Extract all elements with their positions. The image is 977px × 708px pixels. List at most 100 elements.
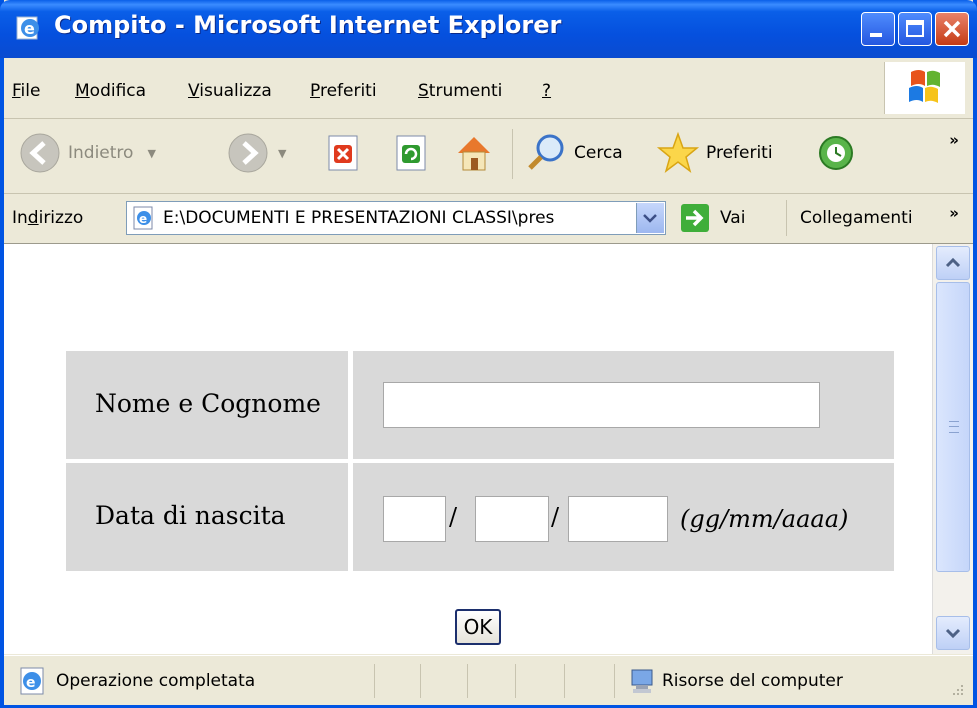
dob-label: Data di nascita (95, 501, 286, 530)
scroll-grip-icon (949, 421, 959, 433)
menu-visualizza[interactable]: Visualizza (188, 81, 272, 101)
forward-arrow-icon (228, 133, 268, 173)
name-input[interactable] (383, 382, 820, 428)
address-input[interactable]: e E:\DOCUMENTI E PRESENTAZIONI CLASSI\pr… (126, 201, 666, 235)
search-icon (528, 134, 564, 170)
minimize-button[interactable] (861, 12, 895, 46)
back-label: Indietro (68, 143, 134, 163)
menu-accel: P (310, 81, 320, 101)
name-label: Nome e Cognome (95, 389, 321, 418)
windows-logo (884, 62, 965, 114)
year-input[interactable] (568, 496, 668, 542)
svg-text:e: e (24, 19, 35, 38)
scroll-down-button[interactable] (936, 616, 970, 650)
refresh-icon (396, 135, 426, 171)
home-button[interactable] (452, 131, 496, 175)
page-done-icon: e (20, 667, 44, 695)
status-bar: e Operazione completata Risorse del comp… (4, 655, 973, 705)
address-label: Indirizzo (12, 208, 83, 228)
menu-file[interactable]: File (12, 81, 40, 101)
address-label-post: irizzo (38, 208, 84, 228)
search-label: Cerca (574, 143, 623, 163)
status-divider (467, 664, 468, 698)
links-overflow-icon[interactable]: » (949, 204, 959, 222)
status-divider (515, 664, 516, 698)
date-separator: / (551, 503, 560, 531)
forward-dropdown-icon[interactable]: ▼ (278, 147, 286, 160)
svg-text:e: e (139, 212, 147, 226)
go-label: Vai (720, 208, 746, 228)
status-divider (374, 664, 375, 698)
favorites-button[interactable]: Preferiti (656, 131, 773, 175)
name-input-cell (353, 351, 894, 459)
back-button[interactable]: Indietro ▼ (18, 131, 156, 175)
menu-label: isualizza (199, 81, 272, 101)
go-arrow-icon (681, 204, 709, 232)
refresh-button[interactable] (392, 131, 432, 175)
menu-accel: V (188, 81, 200, 101)
menu-bar: File Modifica Visualizza Preferiti Strum… (4, 58, 973, 119)
menu-strumenti[interactable]: Strumenti (418, 81, 502, 101)
maximize-icon (906, 20, 924, 37)
menu-accel: S (418, 81, 429, 101)
back-dropdown-icon[interactable]: ▼ (147, 147, 155, 160)
menu-accel: ? (542, 81, 552, 101)
date-format-hint: (gg/mm/aaaa) (680, 505, 849, 533)
chevron-down-icon (643, 214, 657, 223)
resize-grip-icon[interactable] (947, 681, 965, 699)
page-icon: e (133, 206, 153, 230)
maximize-button[interactable] (898, 12, 932, 46)
address-label-accel: d (27, 208, 39, 228)
address-url: E:\DOCUMENTI E PRESENTAZIONI CLASSI\pres (163, 208, 555, 228)
status-text: Operazione completata (56, 671, 256, 691)
menu-label: odifica (89, 81, 147, 101)
history-button[interactable] (814, 131, 858, 175)
vertical-scrollbar[interactable] (932, 244, 973, 654)
ok-button[interactable]: OK (455, 609, 501, 645)
computer-icon (631, 669, 653, 693)
month-input[interactable] (475, 496, 549, 542)
day-input[interactable] (383, 496, 446, 542)
window-title: Compito - Microsoft Internet Explorer (54, 11, 562, 39)
forward-button[interactable]: ▼ (226, 131, 286, 175)
status-divider (420, 664, 421, 698)
toolbar-overflow-icon[interactable]: » (949, 131, 959, 149)
star-icon (656, 131, 700, 173)
menu-preferiti[interactable]: Preferiti (310, 81, 377, 101)
page-content: Nome e Cognome Data di nascita / / (gg/m… (4, 244, 932, 654)
svg-text:e: e (26, 675, 36, 691)
date-separator: / (449, 503, 458, 531)
menu-label: ile (20, 81, 41, 101)
close-button[interactable] (935, 12, 969, 46)
scroll-thumb[interactable] (936, 282, 970, 572)
menu-accel: F (12, 81, 21, 101)
history-icon (819, 136, 853, 170)
address-label-pre: In (12, 208, 28, 228)
stop-icon (328, 135, 358, 171)
form-table: Nome e Cognome Data di nascita / / (gg/m… (66, 351, 894, 571)
standard-toolbar: Indietro ▼ ▼ Cerca Preferiti » (4, 119, 973, 194)
ie-icon: e (16, 16, 39, 40)
stop-button[interactable] (324, 131, 364, 175)
go-button[interactable]: Vai (680, 203, 745, 233)
back-arrow-icon (20, 133, 60, 173)
menu-modifica[interactable]: Modifica (75, 81, 146, 101)
address-dropdown-button[interactable] (636, 203, 664, 233)
address-separator (786, 200, 787, 236)
dob-input-cell: / / (gg/mm/aaaa) (353, 463, 894, 571)
menu-help[interactable]: ? (542, 81, 551, 101)
search-button[interactable]: Cerca (524, 131, 623, 175)
browser-window: e Compito - Microsoft Internet Explorer … (0, 0, 977, 708)
minimize-icon (870, 33, 882, 37)
title-bar[interactable]: e Compito - Microsoft Internet Explorer (0, 0, 977, 58)
scroll-up-button[interactable] (936, 246, 970, 280)
home-icon (458, 137, 490, 171)
windows-flag-icon (909, 70, 940, 103)
address-bar: Indirizzo e E:\DOCUMENTI E PRESENTAZIONI… (4, 194, 973, 244)
chevron-down-icon (945, 628, 961, 639)
links-label[interactable]: Collegamenti (800, 208, 913, 228)
chevron-up-icon (945, 257, 961, 268)
close-icon (943, 20, 961, 38)
menu-accel: M (75, 81, 90, 101)
favorites-label: Preferiti (706, 143, 773, 163)
